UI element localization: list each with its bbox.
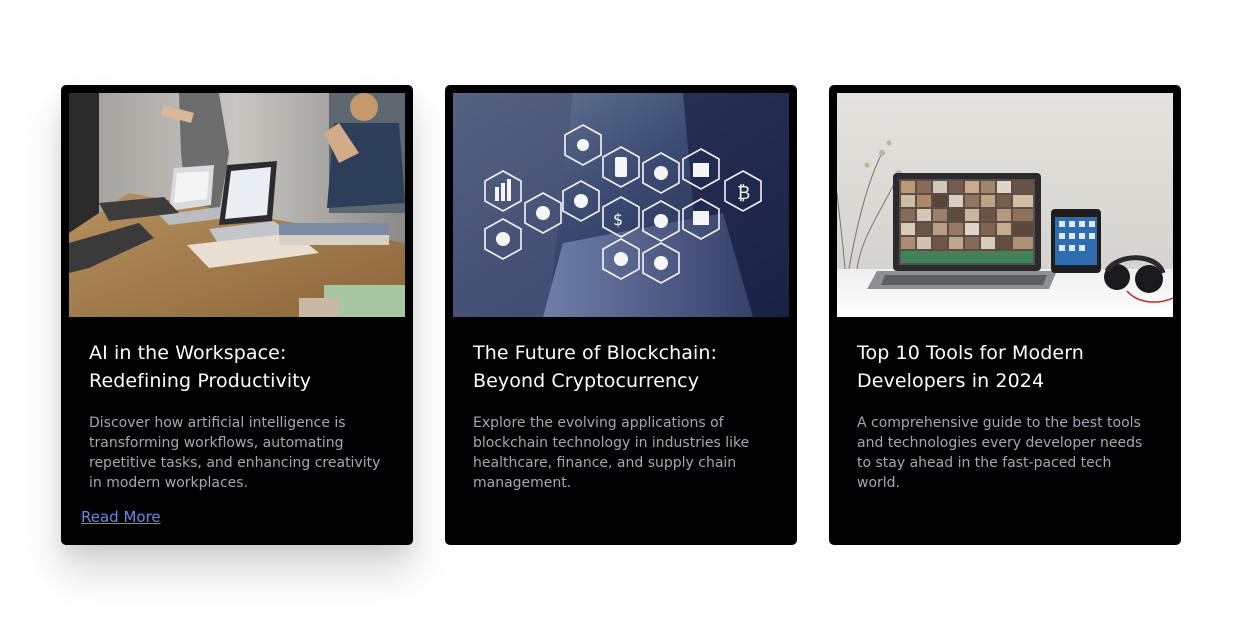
- article-card-dev-tools[interactable]: Top 10 Tools for Modern Developers in 20…: [829, 85, 1181, 545]
- card-image-office: [69, 93, 405, 317]
- card-description: Explore the evolving applications of blo…: [473, 415, 750, 491]
- card-title: Top 10 Tools for Modern Developers in 20…: [857, 342, 1084, 392]
- card-image-blockchain: ₿ $: [453, 93, 789, 317]
- card-description: A comprehensive guide to the best tools …: [857, 415, 1143, 491]
- article-card-blockchain[interactable]: ₿ $ The Future of Blockchain: Beyond Cry…: [445, 85, 797, 545]
- card-title: The Future of Blockchain: Beyond Cryptoc…: [473, 342, 718, 392]
- article-cards-grid: AI in the Workspace: Redefining Producti…: [0, 0, 1252, 642]
- card-title: AI in the Workspace: Redefining Producti…: [89, 342, 312, 392]
- svg-text:₿: ₿: [737, 183, 750, 204]
- card-image-devices: [837, 93, 1173, 317]
- card-description: Discover how artificial intelligence is …: [89, 415, 381, 491]
- read-more-link[interactable]: Read More: [81, 507, 161, 527]
- svg-text:$: $: [613, 210, 623, 229]
- article-card-ai-workspace[interactable]: AI in the Workspace: Redefining Producti…: [61, 85, 413, 545]
